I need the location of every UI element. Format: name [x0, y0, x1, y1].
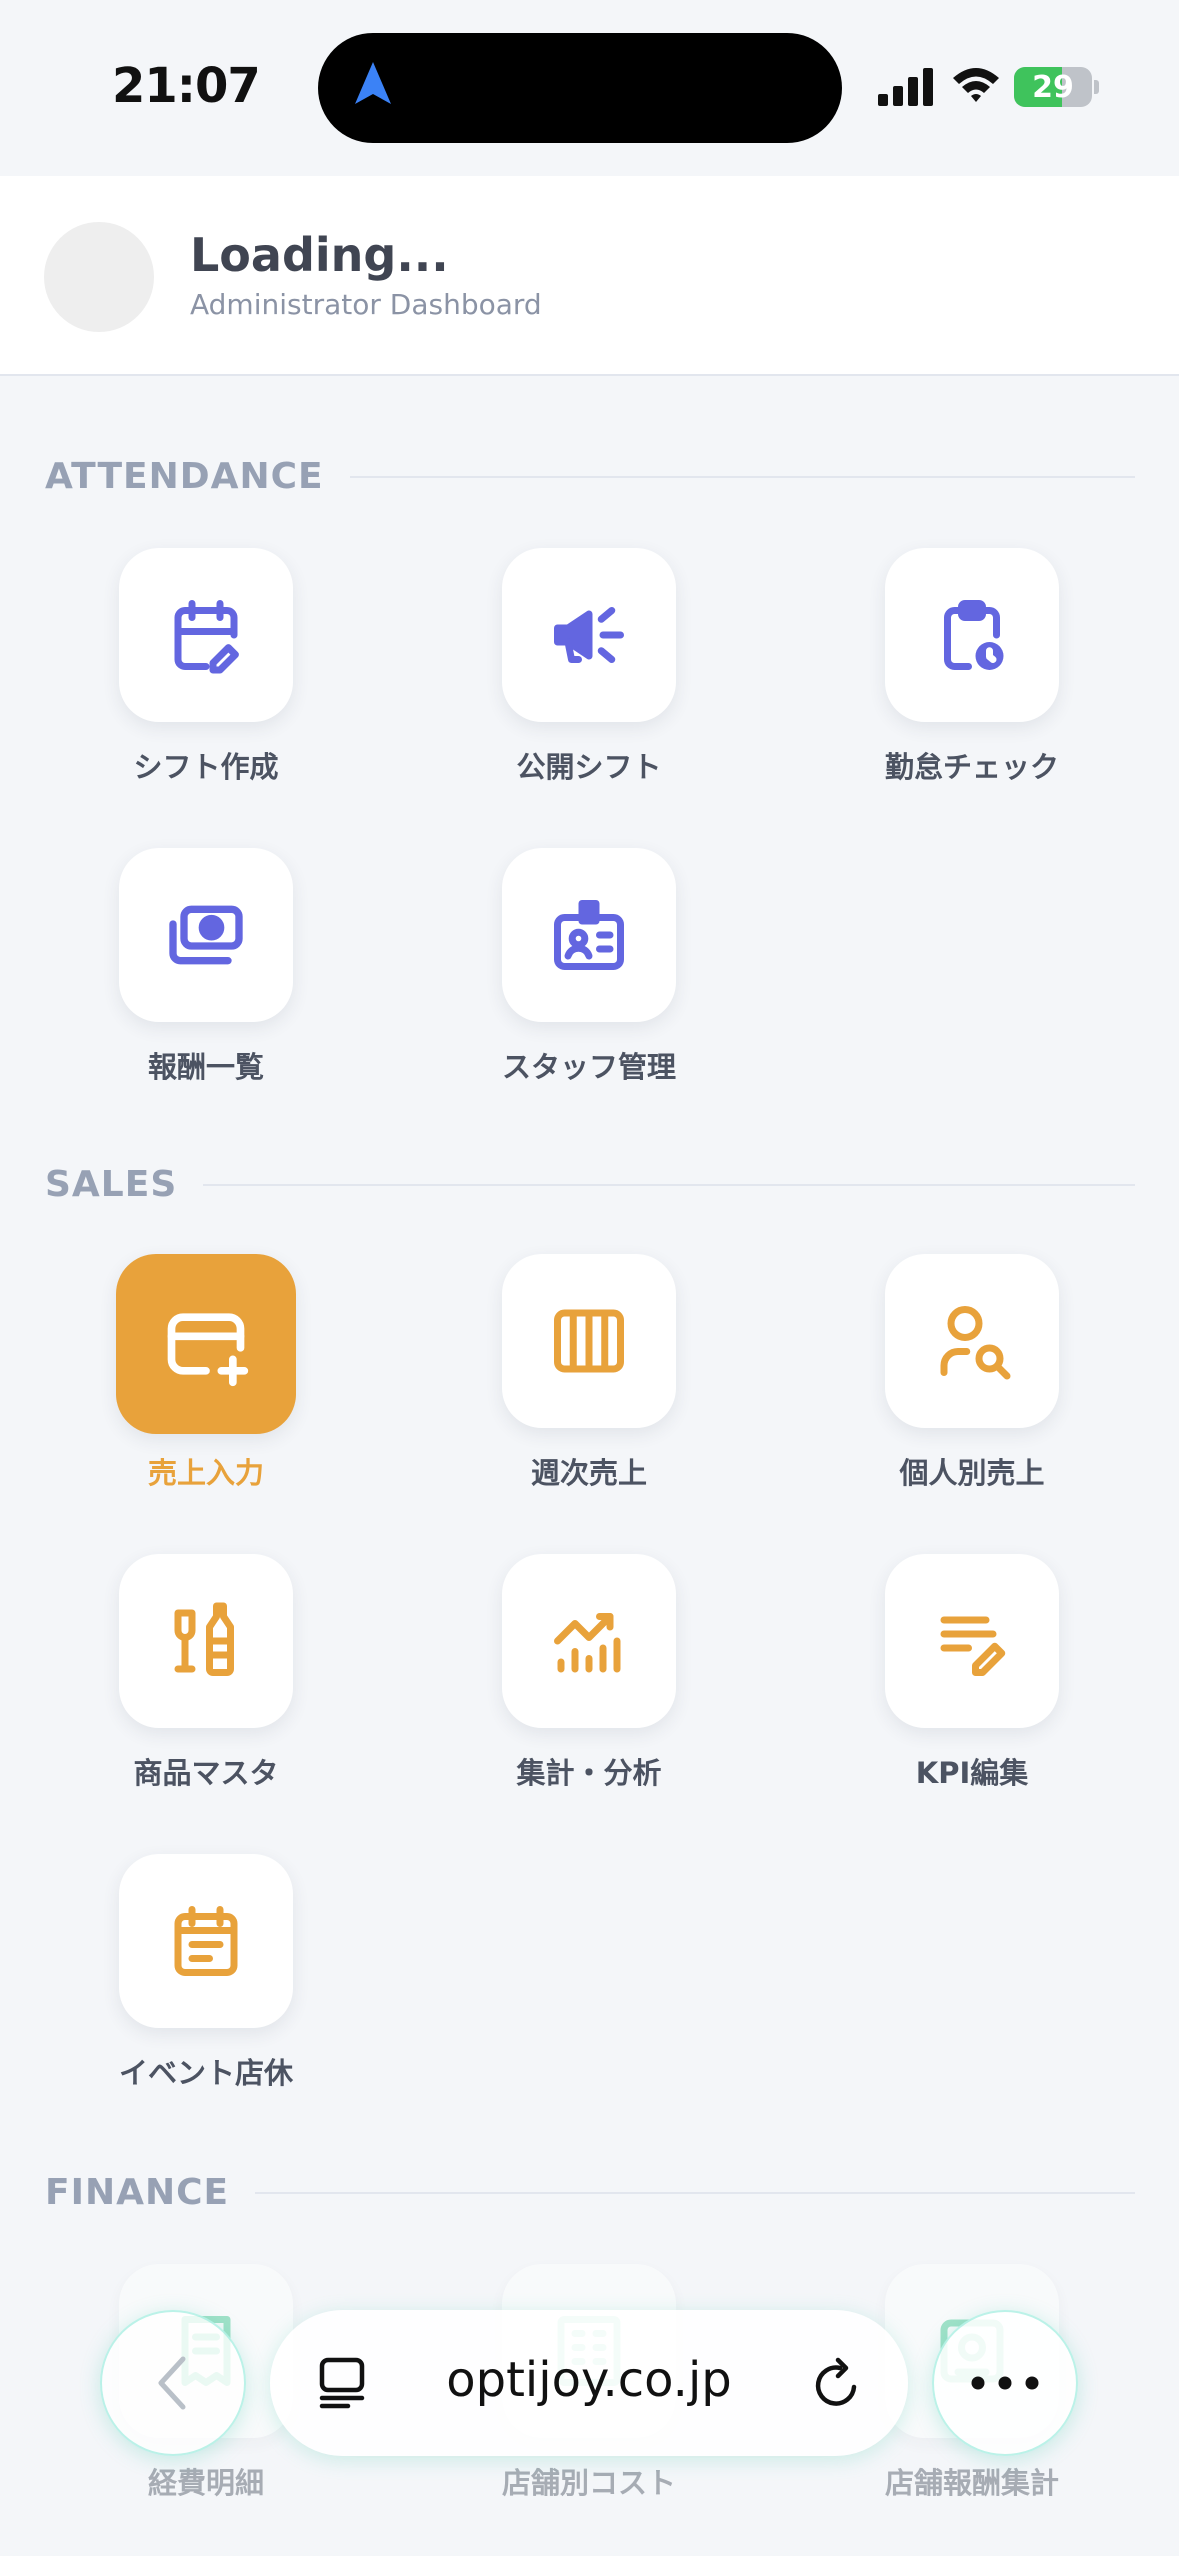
chart-trend-icon [554, 1613, 621, 1673]
tile-icon-box [502, 1254, 676, 1428]
tile-kpi-edit[interactable]: KPI編集 [882, 1554, 1062, 1790]
tile-shift-create[interactable]: シフト作成 [116, 548, 296, 784]
dynamic-island [318, 33, 842, 143]
tile-icon-box [885, 1254, 1059, 1428]
divider [203, 1183, 1135, 1186]
reload-icon[interactable] [810, 2354, 866, 2412]
avatar[interactable] [44, 222, 154, 332]
section-title: SALES [45, 1164, 178, 1205]
tile-icon-box [502, 848, 676, 1022]
tile-aggregation-analysis[interactable]: 集計・分析 [499, 1554, 679, 1790]
battery-icon: 29 [1014, 67, 1092, 107]
tile-label: シフト作成 [133, 750, 279, 784]
tile-label: 経費明細 [147, 2466, 264, 2500]
wifi-icon [953, 68, 999, 102]
tile-label: スタッフ管理 [501, 1050, 676, 1084]
tile-published-shift[interactable]: 公開シフト [499, 548, 679, 784]
tile-icon-box [119, 1854, 293, 2028]
status-bar: 21:07 29 [0, 0, 1179, 176]
tile-label: 公開シフト [516, 750, 662, 784]
page-subtitle: Administrator Dashboard [190, 288, 542, 321]
tile-label: KPI編集 [915, 1756, 1029, 1790]
tile-icon-box [502, 1554, 676, 1728]
page-title: Loading... [190, 228, 449, 282]
tile-icon-box [116, 1254, 296, 1434]
divider [255, 2191, 1135, 2194]
more-dots-icon [971, 2376, 1039, 2390]
battery-tip [1094, 80, 1099, 94]
status-time: 21:07 [112, 58, 261, 114]
browser-address-bar[interactable]: optijoy.co.jp [270, 2310, 908, 2456]
tile-label: 売上入力 [147, 1456, 264, 1490]
tile-label: 報酬一覧 [147, 1050, 264, 1084]
browser-back-button[interactable] [100, 2310, 246, 2456]
columns-icon [554, 1309, 624, 1373]
calendar-edit-icon [174, 600, 239, 674]
clipboard-clock-icon [944, 600, 1004, 670]
id-badge-icon [554, 900, 624, 970]
section-title: ATTENDANCE [45, 456, 324, 497]
section-sales-header: SALES [45, 1164, 1135, 1205]
card-plus-icon [167, 1313, 249, 1387]
tile-label: 勤怠チェック [884, 750, 1059, 784]
section-finance-header: FINANCE [45, 2172, 1135, 2213]
chevron-left-icon [158, 2356, 186, 2410]
browser-more-button[interactable] [932, 2310, 1078, 2456]
section-attendance-header: ATTENDANCE [45, 456, 1135, 497]
battery-percent: 29 [1032, 70, 1074, 105]
tile-icon-box [119, 548, 293, 722]
tile-compensation-list[interactable]: 報酬一覧 [116, 848, 296, 1084]
megaphone-icon [554, 607, 624, 663]
bottle-glass-icon [174, 1602, 234, 1676]
location-arrow-icon [355, 62, 391, 104]
divider [349, 475, 1135, 478]
tile-sales-entry[interactable]: 売上入力 [116, 1254, 296, 1490]
tile-label: イベント店休 [118, 2056, 293, 2090]
tile-label: 個人別売上 [899, 1456, 1045, 1490]
tile-staff-management[interactable]: スタッフ管理 [499, 848, 679, 1084]
calendar-note-icon [174, 1906, 238, 1976]
tile-product-master[interactable]: 商品マスタ [116, 1554, 296, 1790]
tile-attendance-check[interactable]: 勤怠チェック [882, 548, 1062, 784]
tile-label: 週次売上 [530, 1456, 647, 1490]
tile-icon-box [119, 1554, 293, 1728]
tile-icon-box [885, 1554, 1059, 1728]
cellular-signal-icon [878, 68, 933, 106]
section-title: FINANCE [45, 2172, 230, 2213]
tile-label: 商品マスタ [133, 1756, 279, 1790]
tile-label: 店舗報酬集計 [884, 2466, 1059, 2500]
cash-icon [169, 905, 243, 965]
tile-label: 集計・分析 [516, 1756, 662, 1790]
user-search-icon [940, 1306, 1011, 1380]
list-edit-icon [940, 1616, 1006, 1676]
tile-icon-box [502, 548, 676, 722]
tile-individual-sales[interactable]: 個人別売上 [882, 1254, 1062, 1490]
tile-icon-box [119, 848, 293, 1022]
dashboard-header: Loading... Administrator Dashboard [0, 176, 1179, 376]
tile-label: 店舗別コスト [501, 2466, 676, 2500]
tile-icon-box [885, 548, 1059, 722]
tile-weekly-sales[interactable]: 週次売上 [499, 1254, 679, 1490]
tile-event-closure[interactable]: イベント店休 [116, 1854, 296, 2090]
